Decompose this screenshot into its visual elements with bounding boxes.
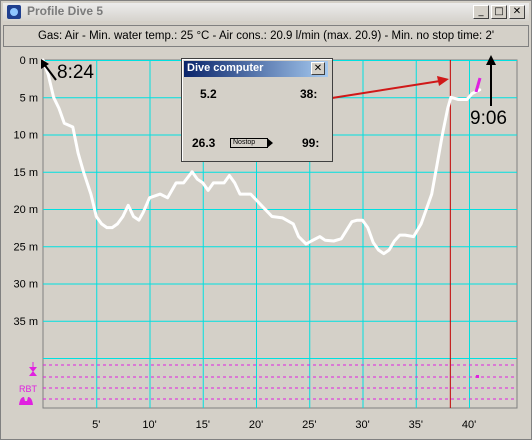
x-tick-label: 25' (302, 419, 316, 431)
dialog-close-button[interactable]: ✕ (311, 62, 325, 75)
y-tick-label: 30 m (14, 279, 38, 291)
x-tick-label: 35' (409, 419, 423, 431)
dive-computer-titlebar[interactable]: Dive computer ✕ (184, 61, 328, 77)
y-tick-label: 25 m (14, 241, 38, 253)
ndl-value: 99: (302, 136, 320, 150)
dive-computer-title: Dive computer (187, 62, 264, 74)
x-tick-label: 20' (249, 419, 263, 431)
x-tick-label: 30' (355, 419, 369, 431)
lungs-icon (19, 397, 33, 405)
rbt-label: RBT (19, 384, 38, 394)
y-tick-label: 5 m (20, 92, 38, 104)
dive-computer-dialog[interactable]: Dive computer ✕ 5.2 38: 26.3 Nostop 99: (181, 58, 333, 162)
start-time-label: 8:24 (57, 62, 94, 83)
temperature-value: 26.3 (192, 136, 216, 150)
x-tick-label: 10' (142, 419, 156, 431)
x-tick-label: 40' (462, 419, 476, 431)
y-tick-label: 20 m (14, 204, 38, 216)
y-tick-label: 35 m (14, 316, 38, 328)
y-tick-label: 0 m (20, 55, 38, 67)
nostop-indicator: Nostop (230, 138, 273, 148)
elapsed-time-value: 38: (300, 87, 318, 101)
y-tick-label: 15 m (14, 167, 38, 179)
depth-value: 5.2 (200, 87, 217, 101)
rbt-point (476, 375, 479, 378)
up-arrow-icon (29, 371, 37, 376)
x-tick-label: 15' (196, 419, 210, 431)
end-time-label: 9:06 (470, 108, 507, 129)
y-tick-label: 10 m (14, 130, 38, 142)
x-tick-label: 5' (92, 419, 100, 431)
